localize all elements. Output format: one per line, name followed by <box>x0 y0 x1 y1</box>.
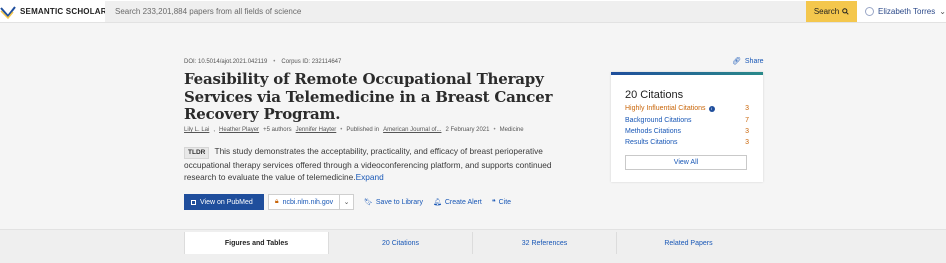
logo[interactable]: SEMANTIC SCHOLAR <box>0 3 107 20</box>
citation-type-text: Highly Influential Citations <box>625 105 706 112</box>
separator: • <box>340 127 343 133</box>
save-label: Save to Library <box>375 198 423 206</box>
bell-icon: 🔔︎ <box>432 199 442 206</box>
paper-tabs: Figures and Tables 20 Citations 32 Refer… <box>184 232 760 254</box>
citation-type-label: Results Citations <box>625 139 678 146</box>
author-link[interactable]: Lily L. Lai <box>184 127 209 133</box>
author-link[interactable]: Heather Player <box>219 127 259 133</box>
expand-link[interactable]: Expand <box>356 172 384 182</box>
semantic-scholar-logo-icon <box>0 5 16 19</box>
more-authors[interactable]: +5 authors <box>263 127 292 133</box>
search-button[interactable]: Search <box>806 1 857 22</box>
user-name: Elizabeth Torres <box>878 7 936 16</box>
cite-label: Cite <box>498 198 512 206</box>
view-all-button[interactable]: View All <box>625 155 747 170</box>
create-alert-button[interactable]: 🔔︎ Create Alert <box>432 198 482 207</box>
chevron-down-icon[interactable]: ⌄ <box>339 195 353 209</box>
citation-row[interactable]: Results Citations 3 <box>625 139 749 146</box>
search-button-label: Search <box>813 7 840 16</box>
tldr-section: TLDR This study demonstrates the accepta… <box>184 145 564 183</box>
doi[interactable]: DOI: 10.5014/ajot.2021.042119 <box>184 59 267 65</box>
search-icon <box>842 8 849 15</box>
info-icon[interactable]: i <box>708 105 715 112</box>
save-to-library-button[interactable]: 🔖︎ Save to Library <box>364 198 423 207</box>
citation-type-label: Highly Influential Citations i <box>625 105 715 112</box>
logo-text: SEMANTIC SCHOLAR <box>20 7 107 16</box>
share-label: Share <box>744 57 764 65</box>
share-button[interactable]: 🔗︎ Share <box>732 57 764 66</box>
separator: • <box>493 127 496 133</box>
tab-related-papers[interactable]: Related Papers <box>617 232 760 254</box>
ncbi-link[interactable]: 🔒︎ ncbi.nlm.nih.gov <box>269 198 339 206</box>
user-menu[interactable]: Elizabeth Torres ⌄ <box>865 1 946 22</box>
paper-title: Feasibility of Remote Occupational Thera… <box>184 70 553 123</box>
search-input[interactable] <box>105 1 806 22</box>
citation-row[interactable]: Background Citations 7 <box>625 117 749 124</box>
venue-link[interactable]: American Journal of... <box>383 127 441 133</box>
quote-icon: ❝ <box>491 199 496 206</box>
search-bar: Search <box>105 1 857 22</box>
view-on-pubmed-button[interactable]: View on PubMed <box>184 194 264 210</box>
alert-label: Create Alert <box>444 198 482 206</box>
tab-citations[interactable]: 20 Citations <box>329 232 473 254</box>
citation-count: 3 <box>745 105 749 112</box>
citation-row[interactable]: Methods Citations 3 <box>625 128 749 135</box>
paper-actions: View on PubMed 🔒︎ ncbi.nlm.nih.gov ⌄ 🔖︎ … <box>184 194 511 210</box>
citation-row[interactable]: Highly Influential Citations i 3 <box>625 105 749 112</box>
citation-type-label: Methods Citations <box>625 128 682 135</box>
paper-ids: DOI: 10.5014/ajot.2021.042119 • Corpus I… <box>184 59 341 65</box>
citation-type-label: Background Citations <box>625 117 692 124</box>
author-list: Lily L. Lai , Heather Player +5 authors … <box>184 127 524 133</box>
tldr-badge: TLDR <box>184 147 210 159</box>
comma: , <box>213 127 216 133</box>
citations-title: 20 Citations <box>625 89 684 101</box>
tab-references[interactable]: 32 References <box>473 232 617 254</box>
separator: • <box>273 59 276 65</box>
cite-button[interactable]: ❝ Cite <box>491 198 512 207</box>
citation-count: 3 <box>745 128 749 135</box>
tab-figures-and-tables[interactable]: Figures and Tables <box>184 232 329 254</box>
user-icon <box>865 7 874 16</box>
chevron-down-icon: ⌄ <box>939 7 946 16</box>
link-icon: 🔗︎ <box>732 58 741 65</box>
ncbi-label: ncbi.nlm.nih.gov <box>282 198 334 206</box>
corpus-id: Corpus ID: 232114647 <box>281 59 342 65</box>
author-link[interactable]: Jennifer Hayter <box>296 127 337 133</box>
top-bar: SEMANTIC SCHOLAR Search Elizabeth Torres… <box>0 0 946 23</box>
bookmark-icon: 🔖︎ <box>364 199 373 206</box>
field-of-study: Medicine <box>499 127 524 133</box>
citation-count: 7 <box>745 117 749 124</box>
citation-count: 3 <box>745 139 749 146</box>
ncbi-link-button[interactable]: 🔒︎ ncbi.nlm.nih.gov ⌄ <box>268 194 354 210</box>
lock-icon: 🔒︎ <box>274 198 279 205</box>
external-link-icon <box>191 199 196 205</box>
citations-card: 20 Citations Highly Influential Citation… <box>611 72 763 182</box>
pubmed-label: View on PubMed <box>200 198 253 206</box>
publication-date: 2 February 2021 <box>445 127 490 133</box>
published-prefix: Published in <box>346 127 380 133</box>
